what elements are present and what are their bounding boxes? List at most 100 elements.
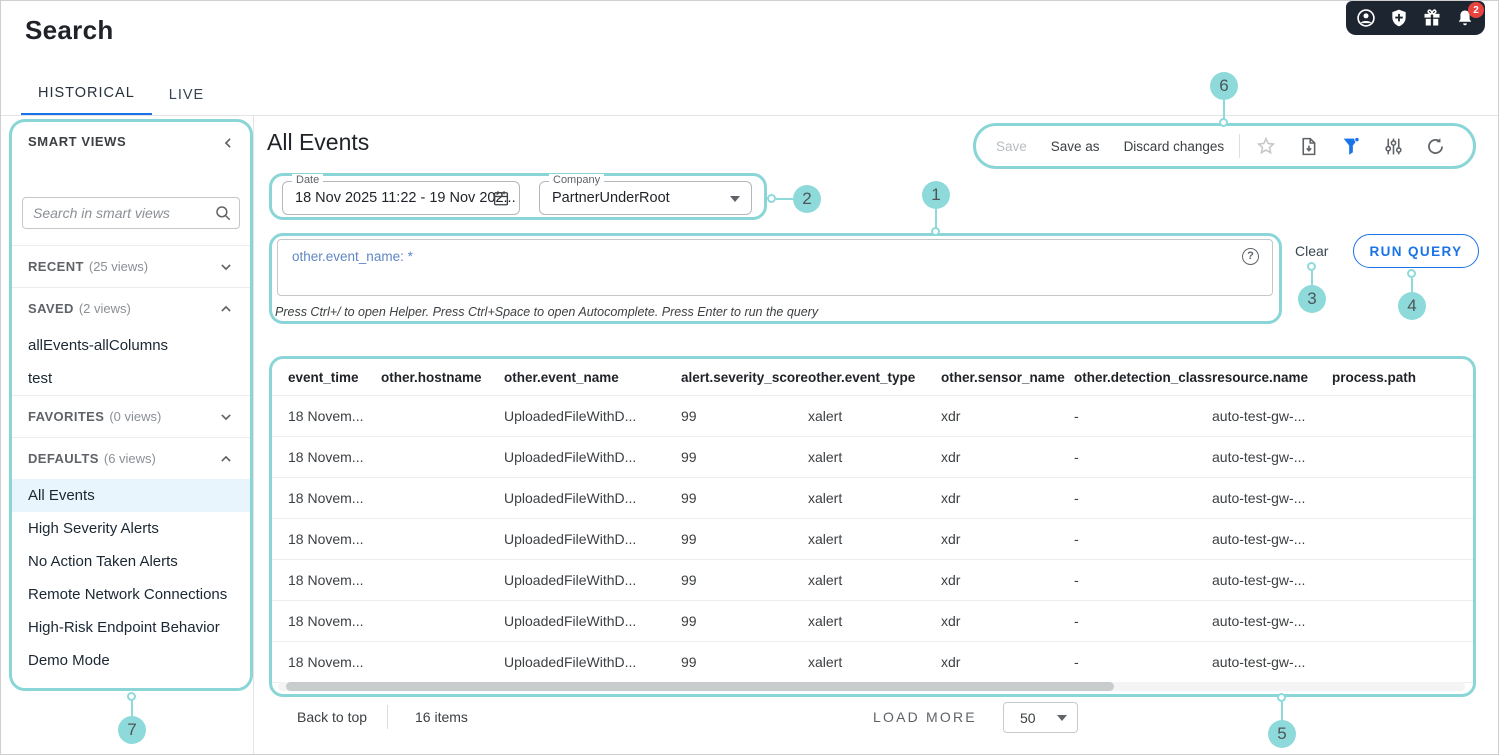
table-row[interactable]: 18 Novem... UploadedFileWithD... 99 xalert x… — [272, 601, 1473, 642]
table-cell: xdr — [941, 572, 961, 588]
scrollbar-thumb[interactable] — [286, 682, 1114, 691]
table-row[interactable]: 18 Novem... UploadedFileWithD... 99 xalert x… — [272, 642, 1473, 683]
chevron-down-icon[interactable] — [216, 407, 236, 427]
chevron-down-icon — [730, 196, 740, 202]
column-header[interactable]: other.hostname — [381, 370, 504, 385]
security-shield-icon[interactable] — [1389, 8, 1409, 28]
tab-historical[interactable]: HISTORICAL — [21, 73, 152, 116]
smart-views-search — [22, 197, 240, 229]
chevron-up-icon[interactable] — [216, 449, 236, 469]
topbar-icon-group: 2 — [1346, 1, 1485, 35]
table-cell: - — [1074, 531, 1079, 547]
toolbar-divider — [1239, 134, 1241, 158]
column-header[interactable]: alert.severity_score — [681, 370, 808, 385]
table-cell: UploadedFileWithD... — [504, 531, 637, 547]
table-cell: xalert — [808, 572, 843, 588]
table-cell: xalert — [808, 490, 843, 506]
sidebar-section-recent: RECENT (25 views) — [12, 245, 250, 287]
table-row[interactable]: 18 Novem... UploadedFileWithD... 99 xalert x… — [272, 437, 1473, 478]
query-editor[interactable]: other.event_name: * ? — [277, 239, 1273, 296]
smart-views-search-input[interactable] — [22, 197, 240, 229]
discard-changes-button[interactable]: Discard changes — [1124, 139, 1225, 154]
gifts-icon[interactable] — [1422, 8, 1442, 28]
table-cell: UploadedFileWithD... — [504, 449, 637, 465]
column-header[interactable]: other.event_type — [808, 370, 941, 385]
company-select[interactable]: Company PartnerUnderRoot — [539, 174, 752, 215]
section-count: (25 views) — [88, 259, 149, 274]
section-header-favorites[interactable]: FAVORITES (0 views) — [12, 395, 250, 437]
load-more-button[interactable]: LOAD MORE — [873, 709, 977, 725]
section-name: DEFAULTS — [28, 451, 99, 466]
user-icon[interactable] — [1356, 8, 1376, 28]
chevron-up-icon[interactable] — [216, 299, 236, 319]
column-header[interactable]: other.sensor_name — [941, 370, 1074, 385]
table-row[interactable]: 18 Novem... UploadedFileWithD... 99 xalert x… — [272, 478, 1473, 519]
smart-views-panel: SMART VIEWS RECENT (25 views) SAVED (2 view… — [9, 119, 253, 691]
column-header[interactable]: other.event_name — [504, 370, 681, 385]
table-cell: UploadedFileWithD... — [504, 572, 637, 588]
column-header[interactable]: resource.name — [1212, 370, 1332, 385]
table-cell: 99 — [681, 654, 697, 670]
table-cell: auto-test-gw-... — [1212, 449, 1306, 465]
column-header[interactable]: other.detection_class — [1074, 370, 1212, 385]
favorite-star-icon[interactable] — [1255, 135, 1277, 157]
table-cell: auto-test-gw-... — [1212, 654, 1306, 670]
section-header-saved[interactable]: SAVED (2 views) — [12, 287, 250, 329]
notification-badge: 2 — [1468, 2, 1484, 18]
clear-query-button[interactable]: Clear — [1295, 243, 1328, 259]
chevron-down-icon[interactable] — [216, 257, 236, 277]
save-as-button[interactable]: Save as — [1051, 139, 1100, 154]
callout-4: 4 — [1398, 292, 1426, 320]
table-cell: auto-test-gw-... — [1212, 490, 1306, 506]
column-header[interactable]: event_time — [288, 370, 381, 385]
tab-live[interactable]: LIVE — [152, 73, 221, 116]
section-name: RECENT — [28, 259, 84, 274]
section-header-recent[interactable]: RECENT (25 views) — [12, 245, 250, 287]
callout-6-dot — [1219, 118, 1228, 127]
table-cell: UploadedFileWithD... — [504, 490, 637, 506]
table-cell: auto-test-gw-... — [1212, 572, 1306, 588]
date-field-value: 18 Nov 2025 11:22 - 19 Nov 202... — [295, 190, 516, 206]
table-row[interactable]: 18 Novem... UploadedFileWithD... 99 xalert x… — [272, 560, 1473, 601]
sidebar-view-item[interactable]: Remote Network Connections — [12, 578, 250, 611]
calendar-icon[interactable] — [492, 189, 510, 212]
view-toolbar: Save Save as Discard changes — [973, 123, 1476, 169]
sidebar-view-item[interactable]: High Severity Alerts — [12, 512, 250, 545]
view-title: All Events — [267, 129, 370, 155]
column-settings-icon[interactable] — [1383, 136, 1404, 157]
table-cell: 99 — [681, 613, 697, 629]
notifications-bell-icon[interactable]: 2 — [1455, 2, 1484, 28]
section-count: (6 views) — [103, 451, 156, 466]
table-cell: xalert — [808, 408, 843, 424]
column-header[interactable]: process.path — [1332, 370, 1472, 385]
sidebar-view-item[interactable]: All Events — [12, 479, 250, 512]
sidebar-view-item[interactable]: test — [12, 362, 250, 395]
table-cell: 99 — [681, 449, 697, 465]
filter-icon[interactable] — [1340, 135, 1362, 157]
table-row[interactable]: 18 Novem... UploadedFileWithD... 99 xalert x… — [272, 519, 1473, 560]
date-field-label: Date — [292, 174, 324, 186]
collapse-panel-icon[interactable] — [218, 133, 238, 158]
run-query-button[interactable]: RUN QUERY — [1353, 234, 1479, 268]
export-report-icon[interactable] — [1298, 136, 1319, 157]
callout-7: 7 — [118, 716, 146, 744]
table-header-row: event_time other.hostname other.event_name… — [272, 359, 1473, 396]
save-button[interactable]: Save — [996, 139, 1027, 154]
sidebar-view-item[interactable]: allEvents-allColumns — [12, 329, 250, 362]
back-to-top-button[interactable]: Back to top — [297, 709, 367, 725]
callout-5-dot — [1277, 693, 1286, 702]
date-range-field[interactable]: Date 18 Nov 2025 11:22 - 19 Nov 202... — [282, 174, 520, 215]
horizontal-scrollbar[interactable] — [278, 682, 1465, 691]
sidebar-view-item[interactable]: Demo Mode — [12, 644, 250, 677]
table-cell: 18 Novem... — [288, 449, 364, 465]
section-header-defaults[interactable]: DEFAULTS (6 views) — [12, 437, 250, 479]
page-size-select[interactable]: 50 — [1003, 702, 1078, 733]
table-cell: xdr — [941, 408, 961, 424]
query-help-icon[interactable]: ? — [1242, 248, 1259, 265]
sidebar-view-item[interactable]: No Action Taken Alerts — [12, 545, 250, 578]
table-row[interactable]: 18 Novem... UploadedFileWithD... 99 xalert x… — [272, 396, 1473, 437]
callout-2-dot — [767, 194, 776, 203]
refresh-icon[interactable] — [1425, 136, 1446, 157]
sidebar-view-item[interactable]: High-Risk Endpoint Behavior — [12, 611, 250, 644]
sidebar-divider — [253, 116, 254, 754]
